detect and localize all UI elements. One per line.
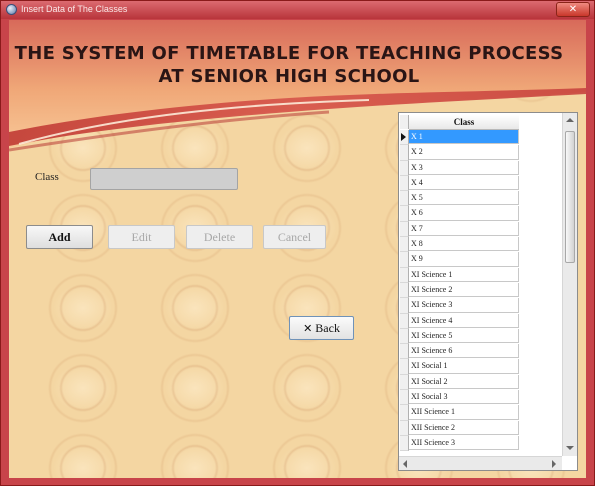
close-icon: ✕ <box>568 4 578 15</box>
table-cell-class[interactable]: X 2 <box>409 145 519 160</box>
table-row[interactable]: XII Science 2 <box>399 420 523 436</box>
scroll-down-icon[interactable] <box>566 446 574 450</box>
edit-button[interactable]: Edit <box>108 225 175 249</box>
column-header-class[interactable]: Class <box>409 115 519 130</box>
scroll-up-icon[interactable] <box>566 118 574 122</box>
table-cell-class[interactable]: XI Science 5 <box>409 328 519 344</box>
grid-header: Class <box>399 115 523 130</box>
table-cell-class[interactable]: X 6 <box>409 206 519 221</box>
row-header[interactable] <box>400 282 409 299</box>
row-header[interactable] <box>400 252 409 268</box>
table-cell-class[interactable]: X 4 <box>409 175 519 191</box>
table-cell-class[interactable]: XI Science 3 <box>409 298 519 313</box>
row-header[interactable] <box>400 313 409 329</box>
cancel-button[interactable]: Cancel <box>263 225 326 249</box>
table-row[interactable]: X 4 <box>399 175 523 192</box>
table-row[interactable]: X 3 <box>399 160 523 176</box>
banner-title-line1: THE SYSTEM OF TIMETABLE FOR TEACHING PRO… <box>14 43 564 64</box>
table-row[interactable]: XII Science 1 <box>399 405 523 421</box>
row-header[interactable] <box>400 390 409 406</box>
table-row[interactable]: XI Science 4 <box>399 313 523 329</box>
table-row[interactable]: X 6 <box>399 206 523 222</box>
table-cell-class[interactable]: XI Social 3 <box>409 390 519 405</box>
row-header[interactable] <box>400 237 409 253</box>
table-cell-class[interactable]: XI Social 1 <box>409 359 519 374</box>
table-row[interactable]: XI Science 2 <box>399 282 523 299</box>
class-label: Class <box>35 171 59 183</box>
row-header[interactable] <box>400 206 409 222</box>
class-grid[interactable]: Class X 1X 2X 3X 4X 5X 6X 7X 8X 9 XI Scie… <box>398 112 578 471</box>
table-cell-class[interactable]: X 1 <box>409 130 519 145</box>
table-cell-class[interactable]: XII Science 1 <box>409 405 519 420</box>
table-cell-class[interactable]: XI Science 4 <box>409 313 519 328</box>
window-title: Insert Data of The Classes <box>21 4 128 14</box>
row-header[interactable] <box>400 359 409 375</box>
table-row[interactable]: XI Science 1 <box>399 267 523 283</box>
delete-button[interactable]: Delete <box>186 225 253 249</box>
row-header[interactable] <box>400 145 409 161</box>
table-row[interactable]: XI Science 6 <box>399 344 523 360</box>
table-cell-class[interactable]: XI Science 6 <box>409 344 519 359</box>
row-header[interactable] <box>400 374 409 391</box>
table-row[interactable]: XI Social 3 <box>399 390 523 406</box>
table-row[interactable]: X 5 <box>399 191 523 207</box>
table-row[interactable]: XII Science 3 <box>399 435 523 452</box>
table-row[interactable]: XI Social 2 <box>399 374 523 391</box>
row-header[interactable] <box>400 420 409 436</box>
row-header[interactable] <box>400 344 409 360</box>
table-row[interactable]: XI Science 5 <box>399 328 523 345</box>
back-button-label: Back <box>315 321 340 335</box>
table-cell-class[interactable]: XII Science 3 <box>409 435 519 451</box>
current-row-arrow-icon <box>401 133 406 141</box>
row-header[interactable] <box>400 130 409 146</box>
app-window: Insert Data of The Classes ✕ THE SYSTEM … <box>0 0 595 486</box>
row-header[interactable] <box>400 405 409 421</box>
scroll-left-icon[interactable] <box>403 460 407 468</box>
client-area: THE SYSTEM OF TIMETABLE FOR TEACHING PRO… <box>9 20 586 478</box>
table-cell-class[interactable]: XI Social 2 <box>409 374 519 390</box>
title-bar[interactable]: Insert Data of The Classes ✕ <box>1 1 594 19</box>
horizontal-scrollbar[interactable] <box>399 456 562 470</box>
app-icon <box>6 4 17 15</box>
table-cell-class[interactable]: X 5 <box>409 191 519 206</box>
table-cell-class[interactable]: XII Science 2 <box>409 420 519 435</box>
table-row[interactable]: X 2 <box>399 145 523 161</box>
grid-rows: X 1X 2X 3X 4X 5X 6X 7X 8X 9 XI Science 1X… <box>399 130 523 452</box>
table-row[interactable]: X 7 <box>399 221 523 238</box>
add-button[interactable]: Add <box>26 225 93 249</box>
table-row[interactable]: X 9 <box>399 252 523 268</box>
close-button[interactable]: ✕ <box>556 2 590 17</box>
back-button[interactable]: ✕ Back <box>289 316 354 340</box>
table-cell-class[interactable]: XI Science 1 <box>409 267 519 282</box>
scroll-right-icon[interactable] <box>552 460 556 468</box>
banner-title-line2: AT SENIOR HIGH SCHOOL <box>158 66 420 87</box>
table-row[interactable]: X 8 <box>399 237 523 253</box>
table-row[interactable]: XI Science 3 <box>399 298 523 314</box>
grid-corner <box>400 115 409 129</box>
table-cell-class[interactable]: X 3 <box>409 160 519 175</box>
table-cell-class[interactable]: X 7 <box>409 221 519 237</box>
table-row[interactable]: X 1 <box>399 130 523 146</box>
row-header[interactable] <box>400 191 409 207</box>
row-header[interactable] <box>400 328 409 345</box>
row-header[interactable] <box>400 175 409 192</box>
row-header[interactable] <box>400 221 409 238</box>
row-header[interactable] <box>400 435 409 452</box>
back-icon: ✕ <box>303 322 313 335</box>
table-cell-class[interactable]: X 9 <box>409 252 519 267</box>
table-cell-class[interactable]: X 8 <box>409 237 519 252</box>
row-header[interactable] <box>400 160 409 176</box>
class-input[interactable] <box>90 168 238 190</box>
vertical-scrollbar[interactable] <box>562 113 577 456</box>
row-header[interactable] <box>400 267 409 283</box>
table-cell-class[interactable]: XI Science 2 <box>409 282 519 298</box>
table-row[interactable]: XI Social 1 <box>399 359 523 375</box>
scroll-thumb[interactable] <box>565 131 575 263</box>
row-header[interactable] <box>400 298 409 314</box>
